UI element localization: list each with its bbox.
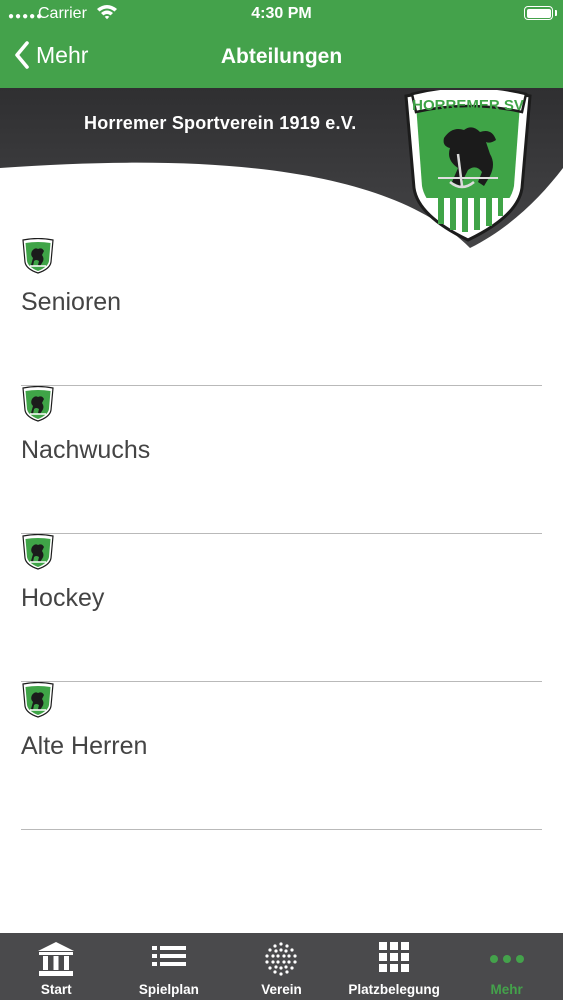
club-crest-icon — [22, 682, 54, 718]
list-icon — [151, 946, 186, 966]
club-name: Horremer Sportverein 1919 e.V. — [84, 113, 357, 133]
tab-label: Mehr — [490, 982, 523, 997]
tab-label: Platzbelegung — [348, 982, 440, 997]
bank-icon — [38, 942, 75, 976]
more-dots-icon — [489, 955, 524, 963]
clock: 4:30 PM — [251, 5, 312, 22]
tab-verein[interactable]: Verein — [225, 933, 338, 1000]
club-crest-icon — [22, 386, 54, 422]
tab-spielplan[interactable]: Spielplan — [113, 933, 226, 1000]
club-crest-icon — [22, 238, 54, 274]
list-item-label: Nachwuchs — [21, 436, 151, 464]
tab-bar: Start Spielplan Verein Platzbelegung Meh… — [0, 933, 563, 1000]
grid-icon — [379, 942, 410, 972]
tab-label: Start — [40, 982, 72, 997]
list-item-label: Senioren — [21, 288, 122, 316]
dot-grid-icon — [265, 942, 298, 976]
list-item-senioren[interactable]: Senioren — [21, 238, 542, 386]
tab-platzbelegung[interactable]: Platzbelegung — [338, 933, 451, 1000]
status-bar: ●●●●● Carrier 4:30 PM — [0, 0, 563, 28]
tab-start[interactable]: Start — [0, 933, 113, 1000]
tab-mehr[interactable]: Mehr — [450, 933, 563, 1000]
club-crest-icon — [22, 534, 54, 570]
page-title: Abteilungen — [220, 45, 343, 68]
navigation-bar: ●●●●● Carrier 4:30 PM Mehr Abteilungen — [0, 0, 563, 88]
department-list: Senioren Nachwuchs Hockey Alte Herren — [21, 238, 542, 830]
club-crest-logo: HORREMER SV — [398, 85, 538, 247]
list-item-label: Hockey — [21, 584, 105, 612]
list-item-alte-herren[interactable]: Alte Herren — [21, 682, 542, 830]
tab-label: Verein — [261, 982, 302, 997]
list-item-label: Alte Herren — [21, 732, 148, 760]
battery-icon — [524, 6, 557, 20]
list-item-hockey[interactable]: Hockey — [21, 534, 542, 682]
crest-text: HORREMER SV — [412, 97, 524, 114]
list-item-nachwuchs[interactable]: Nachwuchs — [21, 386, 542, 534]
tab-label: Spielplan — [138, 982, 199, 997]
